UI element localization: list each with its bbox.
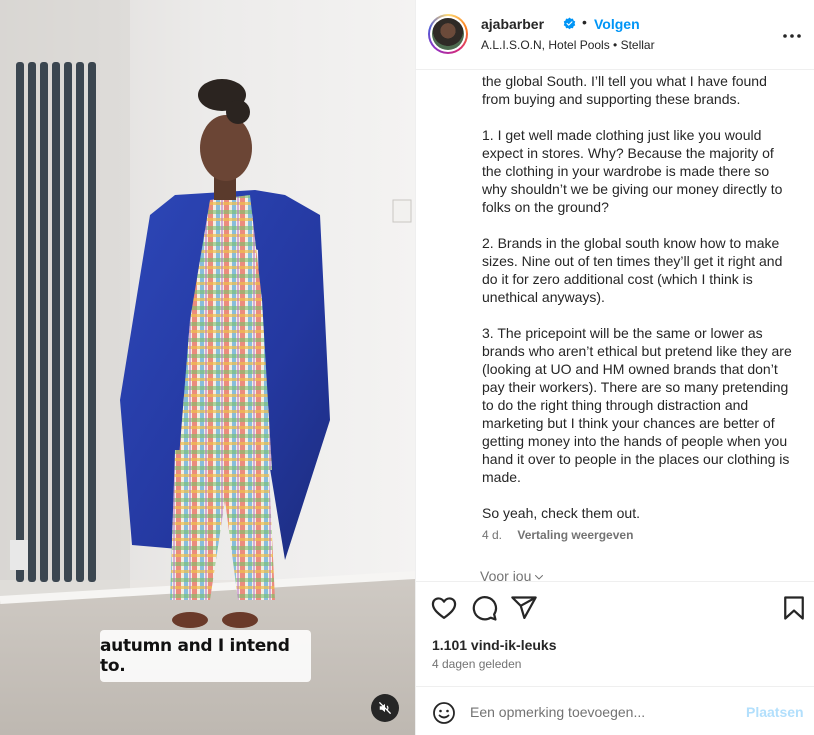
follow-button[interactable]: Volgen (594, 16, 640, 32)
avatar-image (432, 18, 464, 50)
caption-paragraph-4: So yeah, check them out. (482, 505, 640, 521)
post-header: ajabarber • Volgen A.L.I.S.O.N, Hotel Po… (416, 0, 814, 70)
post-video[interactable]: autumn and I intend to. (0, 0, 415, 735)
video-subtitle: autumn and I intend to. (100, 630, 311, 682)
video-frame (0, 0, 415, 735)
comment-input[interactable] (470, 697, 730, 727)
caption-time: 4 d. (482, 528, 503, 542)
post-date[interactable]: 4 dagen geleden (432, 657, 521, 671)
like-count[interactable]: 1.101 vind-ik-leuks (432, 637, 557, 653)
caption-paragraph-1: 1. I get well made clothing just like yo… (482, 127, 783, 215)
chevron-down-icon (535, 575, 544, 580)
separator-dot: • (582, 14, 587, 30)
post-actions (416, 594, 814, 624)
caption-text-intro: the global South. I’ll tell you what I h… (482, 73, 767, 107)
for-you-label: Voor jou (480, 568, 532, 582)
speaker-muted-icon (379, 702, 391, 714)
caption-paragraph-2: 2. Brands in the global south know how t… (482, 235, 783, 305)
caption-paragraph-3: 3. The pricepoint will be the same or lo… (482, 325, 792, 485)
post-comment-button[interactable]: Plaatsen (746, 704, 804, 720)
for-you-button[interactable]: Voor jou (480, 568, 545, 582)
post-location[interactable]: A.L.I.S.O.N, Hotel Pools • Stellar (481, 38, 655, 52)
emoji-icon[interactable] (432, 701, 456, 725)
comment-icon[interactable] (470, 594, 498, 622)
caption-meta: 4 d. Vertaling weergeven (482, 528, 633, 542)
comment-bar: Plaatsen (416, 686, 814, 735)
mute-button[interactable] (371, 694, 399, 722)
bookmark-icon[interactable] (780, 594, 808, 622)
video-subtitle-text: autumn and I intend to. (100, 636, 290, 676)
username-link[interactable]: ajabarber (481, 16, 544, 32)
heart-icon[interactable] (430, 594, 458, 622)
share-icon[interactable] (510, 594, 538, 622)
avatar[interactable] (428, 14, 468, 54)
caption-scroll-area[interactable]: the global South. I’ll tell you what I h… (416, 71, 814, 582)
show-translation-button[interactable]: Vertaling weergeven (517, 528, 633, 542)
post-panel: ajabarber • Volgen A.L.I.S.O.N, Hotel Po… (415, 0, 814, 735)
more-options-icon[interactable] (780, 24, 804, 48)
verified-badge-icon (563, 17, 576, 30)
